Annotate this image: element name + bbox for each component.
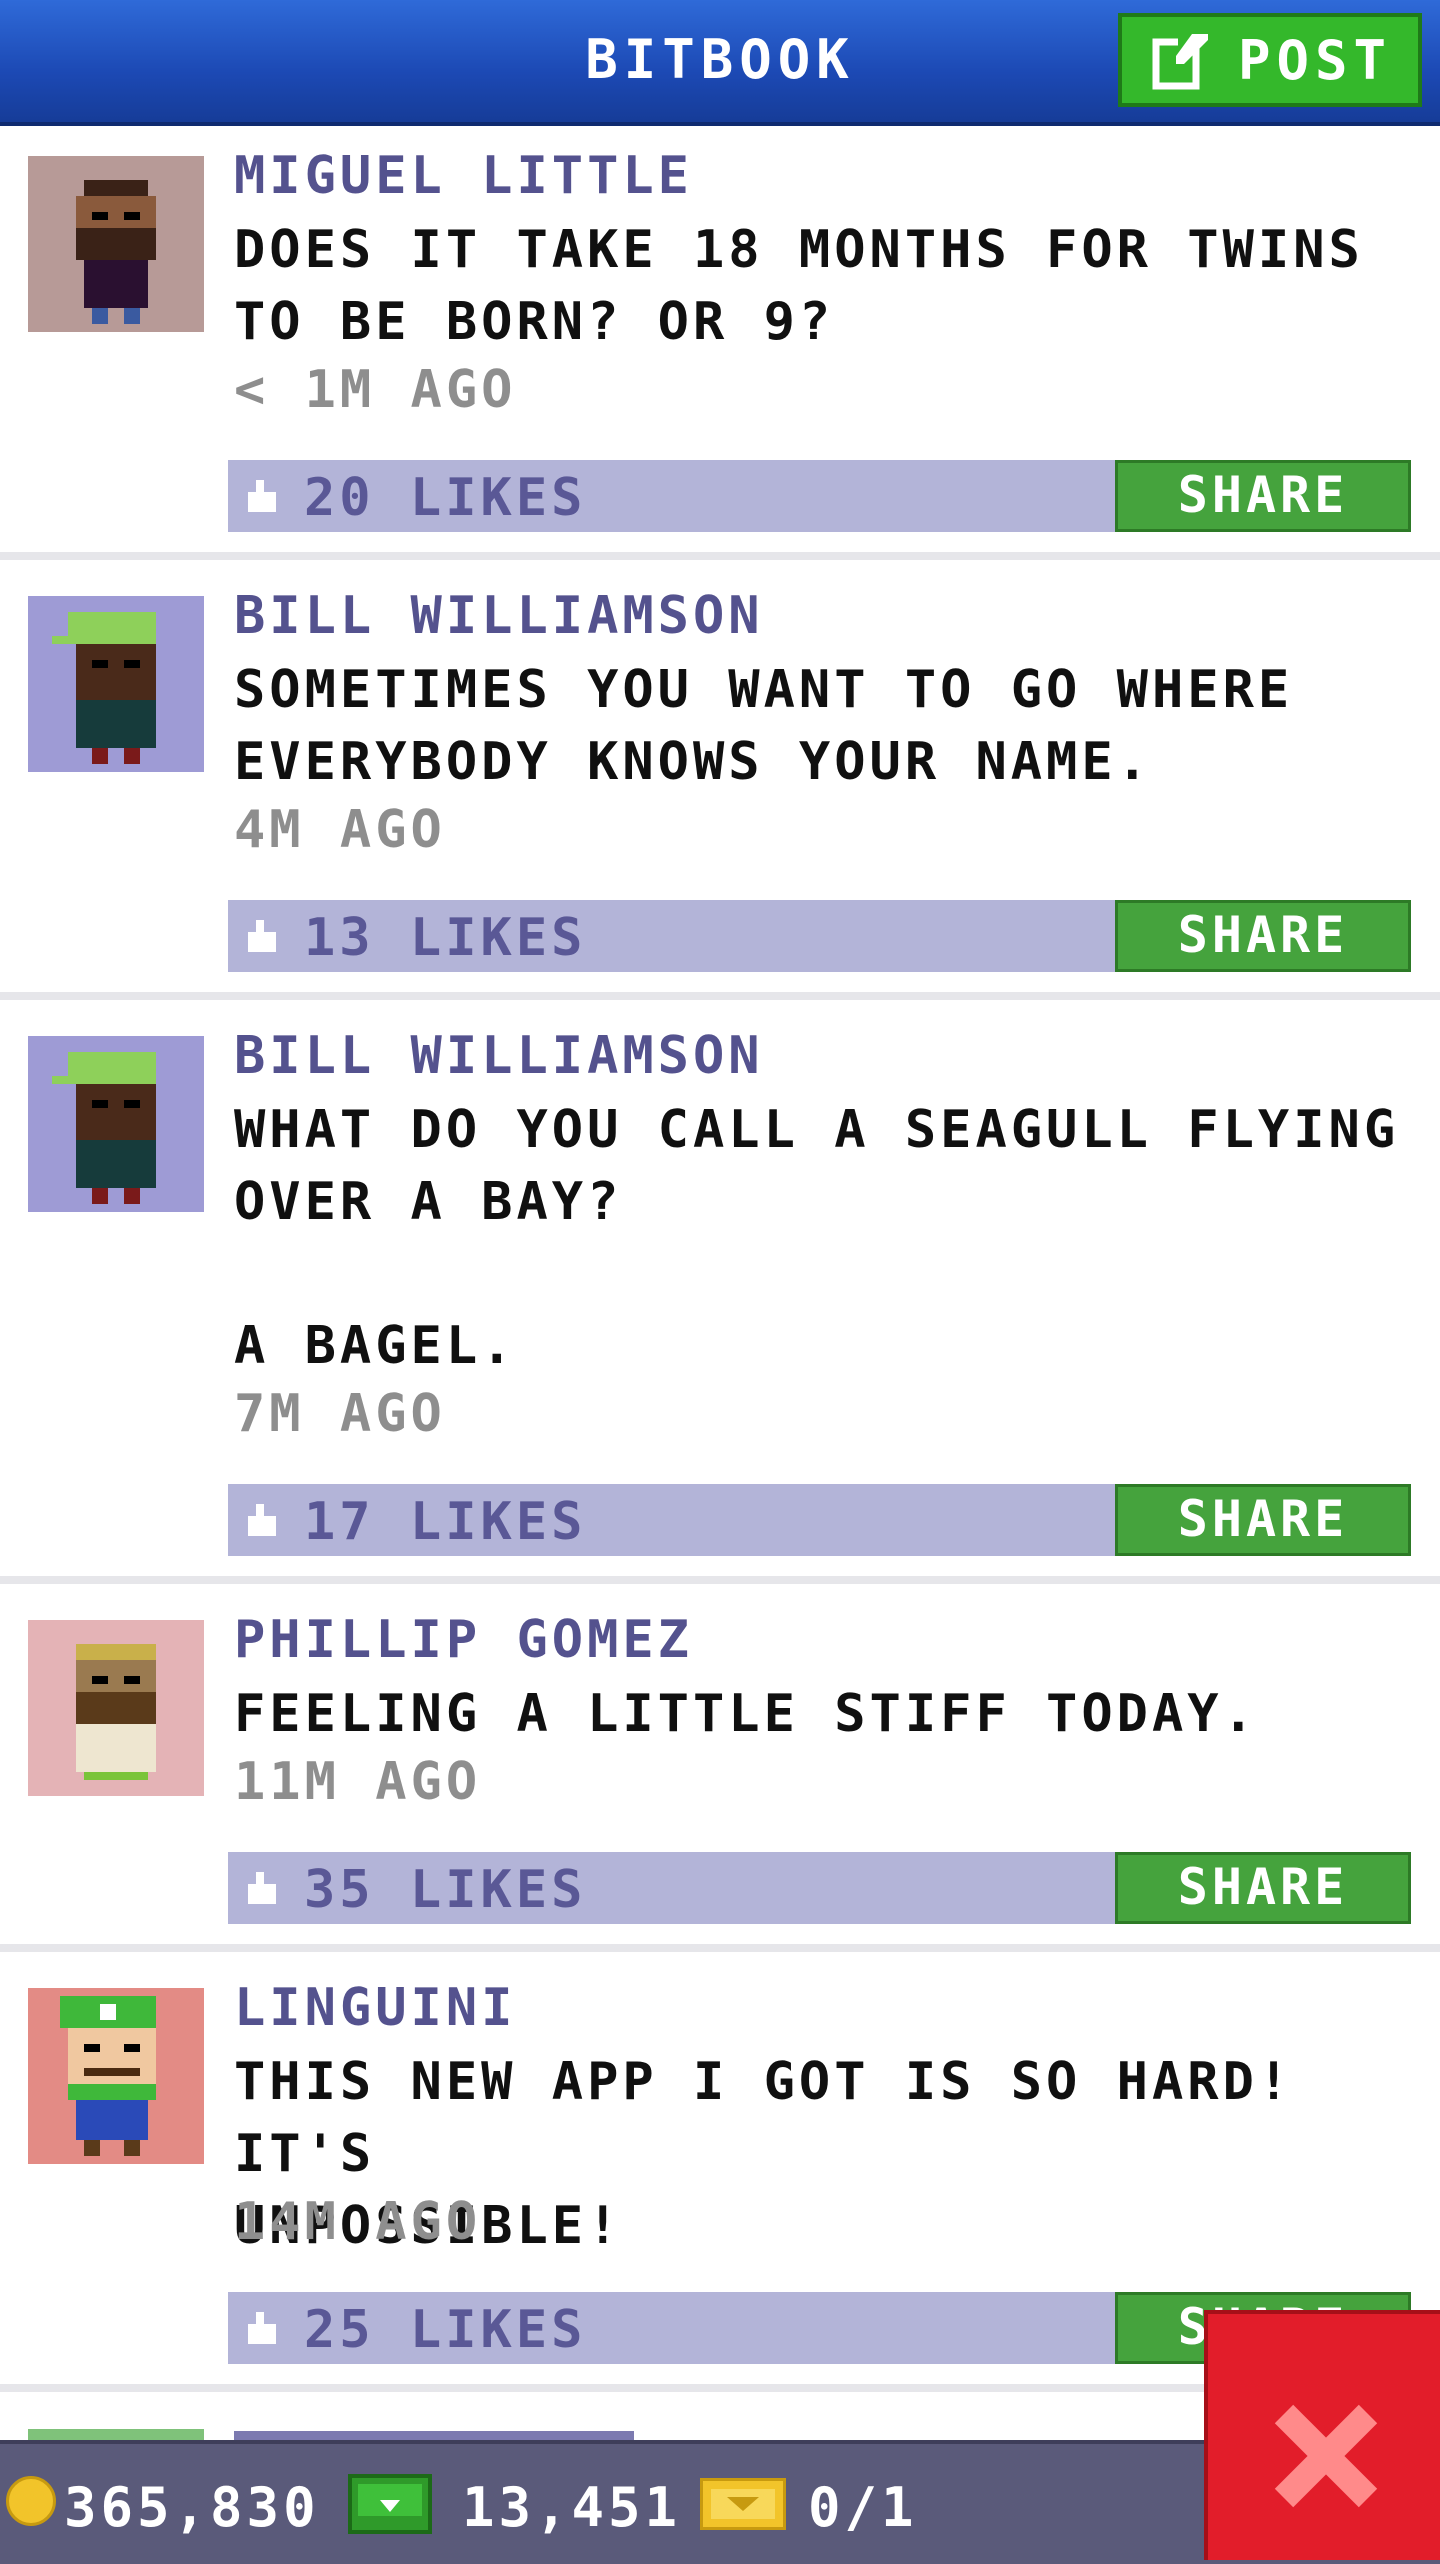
like-count: 17 LIKES xyxy=(304,1492,587,1552)
close-button[interactable] xyxy=(1204,2310,1440,2560)
ticket-count: 0/1 xyxy=(808,2476,918,2539)
compose-icon xyxy=(1152,30,1212,90)
avatar[interactable] xyxy=(28,1620,204,1796)
avatar[interactable] xyxy=(28,596,204,772)
like-bar[interactable]: 20 LIKES SHARE xyxy=(228,460,1411,532)
coin-icon xyxy=(6,2476,56,2526)
thumbs-up-icon xyxy=(244,2312,280,2348)
avatar[interactable] xyxy=(28,1988,204,2164)
bux-count: 13,451 xyxy=(462,2476,682,2539)
share-button[interactable]: SHARE xyxy=(1115,460,1411,532)
post-button[interactable]: POST xyxy=(1118,13,1422,107)
post-author[interactable]: BILL WILLIAMSON xyxy=(234,1026,764,1086)
post-text: WHAT DO YOU CALL A SEAGULL FLYING OVER A… xyxy=(234,1100,1400,1376)
like-bar[interactable]: 13 LIKES SHARE xyxy=(228,900,1411,972)
bux-icon xyxy=(348,2474,432,2534)
post-time: 4M AGO xyxy=(234,800,446,860)
post-item: PHILLIP GOMEZ FEELING A LITTLE STIFF TOD… xyxy=(0,1590,1440,1952)
thumbs-up-icon xyxy=(244,1504,280,1540)
post-text: FEELING A LITTLE STIFF TODAY. xyxy=(234,1684,1258,1744)
like-count: 35 LIKES xyxy=(304,1860,587,1920)
close-icon xyxy=(1270,2400,1382,2516)
post-button-label: POST xyxy=(1238,28,1393,92)
avatar[interactable] xyxy=(28,156,204,332)
thumbs-up-icon xyxy=(244,1872,280,1908)
post-time: 14M AGO xyxy=(234,2192,482,2252)
post-time: < 1M AGO xyxy=(234,360,517,420)
avatar[interactable] xyxy=(28,1036,204,1212)
like-count: 25 LIKES xyxy=(304,2300,587,2360)
share-button[interactable]: SHARE xyxy=(1115,1852,1411,1924)
post-item: BILL WILLIAMSON SOMETIMES YOU WANT TO GO… xyxy=(0,566,1440,1000)
like-bar[interactable]: 17 LIKES SHARE xyxy=(228,1484,1411,1556)
app-header: BITBOOK POST xyxy=(0,0,1440,126)
coin-count: 365,830 xyxy=(64,2476,320,2539)
post-time: 7M AGO xyxy=(234,1384,446,1444)
like-count: 13 LIKES xyxy=(304,908,587,968)
like-bar[interactable]: 35 LIKES SHARE xyxy=(228,1852,1411,1924)
post-time: 11M AGO xyxy=(234,1752,482,1812)
post-author[interactable]: BILL WILLIAMSON xyxy=(234,586,764,646)
post-author[interactable]: MIGUEL LITTLE xyxy=(234,146,693,206)
post-author[interactable]: LINGUINI xyxy=(234,1978,516,2038)
share-button[interactable]: SHARE xyxy=(1115,900,1411,972)
thumbs-up-icon xyxy=(244,480,280,516)
like-count: 20 LIKES xyxy=(304,468,587,528)
post-item: BILL WILLIAMSON WHAT DO YOU CALL A SEAGU… xyxy=(0,1006,1440,1584)
ticket-icon xyxy=(700,2478,786,2530)
post-item: MIGUEL LITTLE DOES IT TAKE 18 MONTHS FOR… xyxy=(0,126,1440,560)
post-text: DOES IT TAKE 18 MONTHS FOR TWINS TO BE B… xyxy=(234,220,1364,352)
post-author[interactable]: PHILLIP GOMEZ xyxy=(234,1610,693,1670)
post-text: SOMETIMES YOU WANT TO GO WHERE EVERYBODY… xyxy=(234,660,1294,792)
share-button[interactable]: SHARE xyxy=(1115,1484,1411,1556)
thumbs-up-icon xyxy=(244,920,280,956)
